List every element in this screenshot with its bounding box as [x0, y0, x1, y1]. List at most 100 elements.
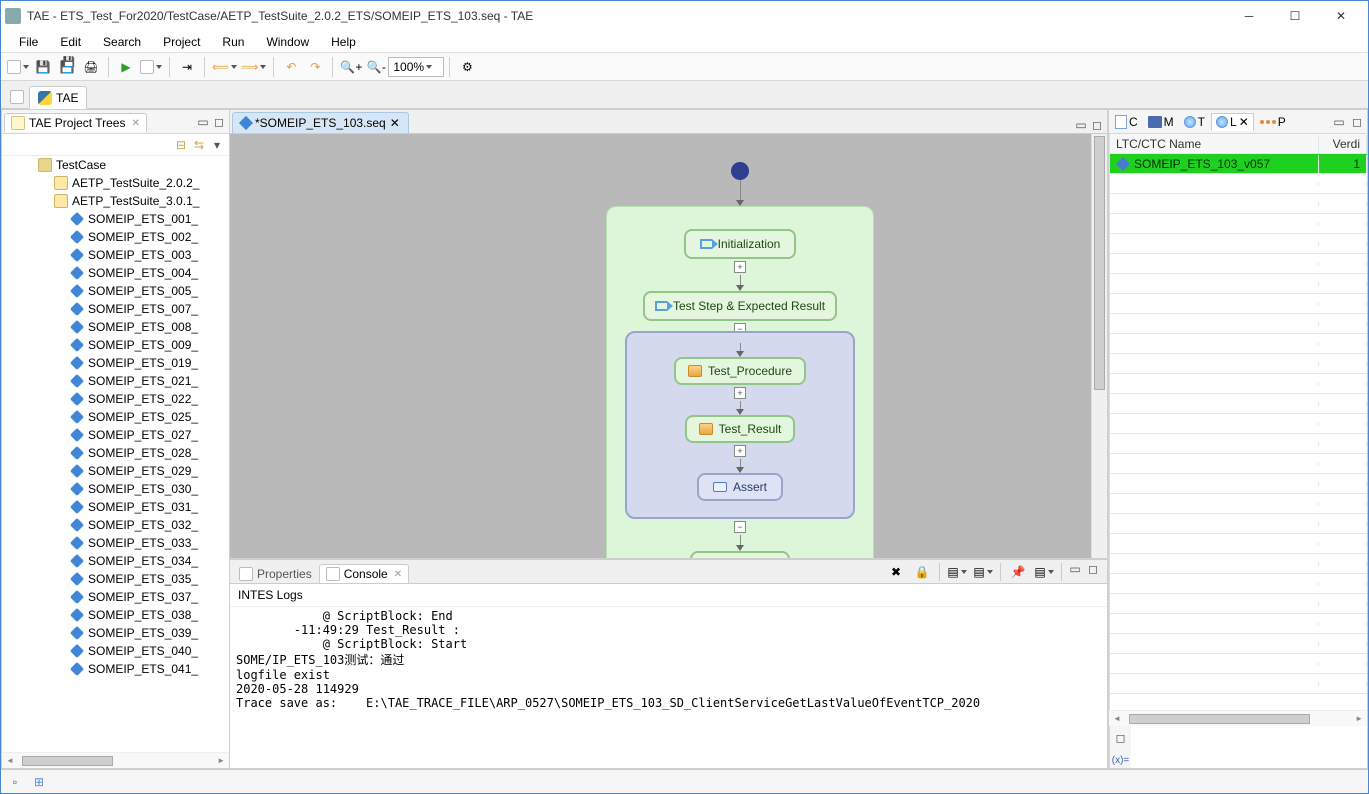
zoom-out-button[interactable]: 🔍- [365, 56, 387, 78]
tree-item-seq[interactable]: SOMEIP_ETS_035_ [2, 570, 229, 588]
grid-hscroll[interactable] [1109, 710, 1367, 726]
node-teststep[interactable]: Test Step & Expected Result [643, 291, 837, 321]
open-perspective-button[interactable] [6, 86, 28, 108]
node-assert[interactable]: Assert [697, 473, 783, 501]
tree-item-seq[interactable]: SOMEIP_ETS_001_ [2, 210, 229, 228]
close-button[interactable]: ✕ [1318, 1, 1364, 31]
close-tab-icon[interactable]: ✕ [394, 569, 402, 580]
maximize-panel-icon[interactable]: ◻ [211, 114, 227, 130]
view-menu-icon[interactable]: ▾ [209, 137, 225, 153]
console-display-button[interactable]: ▤ [946, 561, 968, 583]
editor-tab-close-icon[interactable]: ✕ [390, 116, 400, 130]
nav-back-button[interactable]: ⟸ [211, 56, 238, 78]
status-icon-2[interactable]: ⊞ [31, 774, 47, 790]
menu-edit[interactable]: Edit [50, 33, 91, 51]
col-verdict[interactable]: Verdi [1319, 135, 1367, 153]
run-button[interactable]: ▶ [115, 56, 137, 78]
tree-item-seq[interactable]: SOMEIP_ETS_019_ [2, 354, 229, 372]
tree-item-seq[interactable]: SOMEIP_ETS_004_ [2, 264, 229, 282]
tree-folder[interactable]: AETP_TestSuite_2.0.2_ [2, 174, 229, 192]
editor-max-icon[interactable]: ◻ [1089, 117, 1105, 133]
tree-item-seq[interactable]: SOMEIP_ETS_034_ [2, 552, 229, 570]
tree-item-seq[interactable]: SOMEIP_ETS_005_ [2, 282, 229, 300]
start-node[interactable] [731, 162, 749, 180]
console-lock-button[interactable]: 🔒 [911, 561, 933, 583]
print-button[interactable]: 🖨 [80, 56, 102, 78]
run-config-button[interactable] [139, 56, 163, 78]
menu-run[interactable]: Run [212, 33, 254, 51]
new-button[interactable] [6, 56, 30, 78]
console-tab[interactable]: Console ✕ [319, 564, 409, 583]
link-editor-icon[interactable]: ⇆ [191, 137, 207, 153]
expand-icon[interactable]: + [734, 261, 746, 273]
tree-item-seq[interactable]: SOMEIP_ETS_038_ [2, 606, 229, 624]
tree-item-seq[interactable]: SOMEIP_ETS_003_ [2, 246, 229, 264]
tree-folder[interactable]: AETP_TestSuite_3.0.1_ [2, 192, 229, 210]
editor-tab[interactable]: *SOMEIP_ETS_103.seq ✕ [232, 112, 409, 133]
right-min-icon[interactable]: ▭ [1331, 114, 1347, 130]
project-tree-tab[interactable]: TAE Project Trees ✕ [4, 113, 147, 132]
status-icon-1[interactable]: ▫ [7, 774, 23, 790]
minimize-button[interactable]: ─ [1226, 1, 1272, 31]
canvas-vscroll[interactable] [1091, 134, 1107, 558]
close-tab-icon[interactable]: ✕ [131, 118, 139, 129]
close-tab-icon[interactable]: ✕ [1239, 115, 1249, 129]
undo-button[interactable]: ↶ [280, 56, 302, 78]
menu-file[interactable]: File [9, 33, 48, 51]
tree-item-seq[interactable]: SOMEIP_ETS_031_ [2, 498, 229, 516]
collapse-all-icon[interactable]: ⊟ [173, 137, 189, 153]
redo-button[interactable]: ↷ [304, 56, 326, 78]
console-output[interactable]: @ ScriptBlock: End -11:49:29 Test_Result… [230, 607, 1107, 768]
side-vars-icon[interactable]: (x)= [1113, 752, 1129, 768]
menu-help[interactable]: Help [321, 33, 366, 51]
tree-item-seq[interactable]: SOMEIP_ETS_037_ [2, 588, 229, 606]
tree-item-seq[interactable]: SOMEIP_ETS_022_ [2, 390, 229, 408]
console-menu-button[interactable]: ▤ [1033, 561, 1055, 583]
maximize-button[interactable]: ☐ [1272, 1, 1318, 31]
right-max-icon[interactable]: ◻ [1349, 114, 1365, 130]
side-restore-icon[interactable]: ◻ [1113, 730, 1129, 746]
menu-search[interactable]: Search [93, 33, 151, 51]
tree-item-seq[interactable]: SOMEIP_ETS_040_ [2, 642, 229, 660]
teststep-container[interactable]: Test_Procedure + Test_Result + [625, 331, 855, 519]
export-button[interactable]: ⇥ [176, 56, 198, 78]
menu-project[interactable]: Project [153, 33, 210, 51]
rtab-l[interactable]: L✕ [1211, 113, 1254, 131]
settings-button[interactable]: ⚙ [456, 56, 478, 78]
node-test-result[interactable]: Test_Result [685, 415, 796, 443]
tree-item-seq[interactable]: SOMEIP_ETS_033_ [2, 534, 229, 552]
rtab-p[interactable]: P [1256, 114, 1290, 130]
menu-window[interactable]: Window [256, 33, 319, 51]
result-row[interactable]: SOMEIP_ETS_103_v057 1 [1110, 154, 1367, 174]
node-cleanup[interactable]: Clean Up [690, 551, 790, 558]
console-min-icon[interactable]: ▭ [1067, 561, 1083, 577]
expand-icon[interactable]: + [734, 387, 746, 399]
rtab-t[interactable]: T [1180, 114, 1209, 130]
tree-item-seq[interactable]: SOMEIP_ETS_029_ [2, 462, 229, 480]
tree-item-seq[interactable]: SOMEIP_ETS_002_ [2, 228, 229, 246]
tree-hscroll[interactable] [2, 752, 229, 768]
expand-icon[interactable]: + [734, 445, 746, 457]
perspective-tab-tae[interactable]: TAE [29, 86, 87, 109]
console-open-button[interactable]: ▤ [972, 561, 994, 583]
tree-item-seq[interactable]: SOMEIP_ETS_021_ [2, 372, 229, 390]
minimize-panel-icon[interactable]: ▭ [195, 114, 211, 130]
console-pin-button[interactable]: 📌 [1007, 561, 1029, 583]
tree-item-seq[interactable]: SOMEIP_ETS_008_ [2, 318, 229, 336]
tree-folder-root[interactable]: TestCase [2, 156, 229, 174]
zoom-select[interactable]: 100% [388, 57, 444, 77]
tree-item-seq[interactable]: SOMEIP_ETS_039_ [2, 624, 229, 642]
tree-item-seq[interactable]: SOMEIP_ETS_028_ [2, 444, 229, 462]
tree-item-seq[interactable]: SOMEIP_ETS_032_ [2, 516, 229, 534]
saveall-button[interactable]: 💾💾 [56, 56, 78, 78]
tree-item-seq[interactable]: SOMEIP_ETS_030_ [2, 480, 229, 498]
node-initialization[interactable]: Initialization [684, 229, 797, 259]
tree-item-seq[interactable]: SOMEIP_ETS_041_ [2, 660, 229, 678]
tree-item-seq[interactable]: SOMEIP_ETS_007_ [2, 300, 229, 318]
flow-container[interactable]: Initialization + Test Step & Expected Re… [606, 206, 874, 558]
nav-forward-button[interactable]: ⟹ [240, 56, 267, 78]
editor-min-icon[interactable]: ▭ [1073, 117, 1089, 133]
col-name[interactable]: LTC/CTC Name [1110, 135, 1319, 153]
rtab-c[interactable]: C [1111, 114, 1142, 130]
console-clear-button[interactable]: ✖ [885, 561, 907, 583]
